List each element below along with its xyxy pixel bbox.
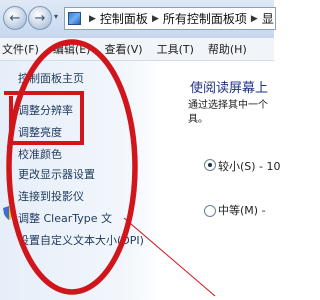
breadcrumb-all-items[interactable]: 所有控制面板项 — [163, 10, 247, 27]
address-bar-area: ← → ▾ ▶ 控制面板 ▶ 所有控制面板项 ▶ 显 — [0, 0, 276, 39]
radio-smaller-label: 较小(S) - 10 — [218, 160, 281, 173]
back-arrow-icon: ← — [9, 10, 21, 26]
link-adjust-brightness[interactable]: 调整亮度 — [18, 124, 62, 140]
menu-view[interactable]: 查看(V) — [100, 41, 142, 57]
link-change-display-settings[interactable]: 更改显示器设置 — [18, 166, 95, 182]
menu-bar: 文件(F) 编辑(E) 查看(V) 工具(T) 帮助(H) — [0, 38, 274, 61]
address-box[interactable]: ▶ 控制面板 ▶ 所有控制面板项 ▶ 显 — [64, 7, 276, 30]
main-content: 使阅读屏幕上 通过选择其中一个 具。 — [162, 61, 274, 300]
task-pane: 控制面板主页 调整分辨率 调整亮度 校准颜色 更改显示器设置 连接到投影仪 调整… — [0, 61, 162, 300]
radio-medium[interactable] — [204, 205, 216, 217]
menu-tools[interactable]: 工具(T) — [153, 41, 194, 57]
breadcrumb-display[interactable]: 显 — [262, 10, 274, 27]
control-panel-icon — [68, 12, 81, 25]
breadcrumb-separator-icon[interactable]: ▶ — [251, 14, 258, 24]
back-button[interactable]: ← — [3, 6, 27, 30]
menu-edit[interactable]: 编辑(E) — [49, 41, 91, 57]
link-adjust-resolution[interactable]: 调整分辨率 — [18, 102, 73, 118]
forward-arrow-icon: → — [34, 10, 46, 26]
menu-help[interactable]: 帮助(H) — [204, 41, 247, 57]
link-control-panel-home[interactable]: 控制面板主页 — [18, 70, 84, 86]
shield-icon — [3, 206, 15, 220]
link-adjust-cleartype[interactable]: 调整 ClearType 文 — [18, 210, 112, 226]
link-custom-text-size[interactable]: 设置自定义文本大小(DPI) — [18, 232, 144, 248]
description-line-2: 具。 — [188, 114, 208, 125]
breadcrumb-control-panel[interactable]: 控制面板 — [100, 10, 148, 27]
page-heading: 使阅读屏幕上 — [190, 81, 269, 96]
history-dropdown-icon[interactable]: ▾ — [54, 12, 58, 21]
breadcrumb-separator-icon[interactable]: ▶ — [89, 14, 96, 24]
forward-button[interactable]: → — [28, 6, 52, 30]
link-calibrate-color[interactable]: 校准颜色 — [18, 146, 62, 162]
menu-file[interactable]: 文件(F) — [0, 41, 39, 57]
description-line-1: 通过选择其中一个 — [188, 100, 268, 111]
radio-smaller[interactable] — [204, 159, 216, 171]
breadcrumb-separator-icon[interactable]: ▶ — [152, 14, 159, 24]
radio-medium-label: 中等(M) - — [218, 204, 266, 217]
link-connect-projector[interactable]: 连接到投影仪 — [18, 188, 84, 204]
